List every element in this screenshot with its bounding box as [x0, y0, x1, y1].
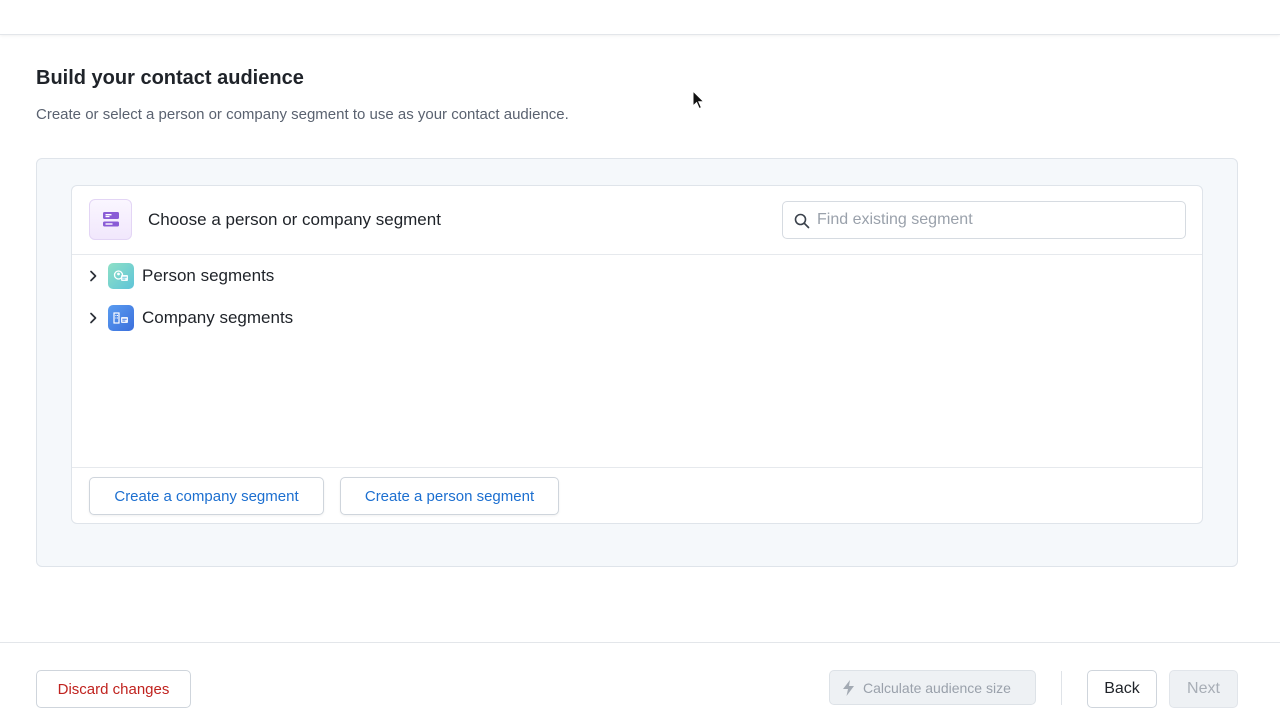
- tree-item-company-segments[interactable]: Company segments: [88, 303, 488, 333]
- segment-list-icon: [89, 199, 132, 240]
- segment-picker-header: Choose a person or company segment: [72, 186, 1202, 255]
- tree-item-label: Company segments: [142, 308, 294, 327]
- segment-picker-footer: Create a company segment Create a person…: [72, 467, 1202, 524]
- top-bar: [0, 0, 1280, 35]
- mouse-cursor-icon: [692, 90, 706, 110]
- chevron-right-icon[interactable]: [88, 270, 98, 282]
- segment-picker-title: Choose a person or company segment: [148, 210, 441, 229]
- next-button[interactable]: Next: [1169, 670, 1238, 708]
- tree-item-person-segments[interactable]: Person segments: [88, 261, 488, 291]
- person-segment-icon: [108, 263, 134, 289]
- search-icon: [794, 213, 810, 229]
- calculate-audience-size-button[interactable]: Calculate audience size: [829, 670, 1036, 705]
- audience-panel: Choose a person or company segment Find …: [36, 158, 1238, 567]
- bottom-action-bar: Discard changes Calculate audience size …: [0, 642, 1280, 720]
- page-title: Build your contact audience: [36, 67, 304, 89]
- create-person-segment-button[interactable]: Create a person segment: [340, 477, 559, 515]
- calculate-audience-size-label: Calculate audience size: [863, 679, 1011, 696]
- chevron-right-icon[interactable]: [88, 312, 98, 324]
- tree-item-label: Person segments: [142, 266, 275, 285]
- back-button[interactable]: Back: [1087, 670, 1157, 708]
- segment-picker-card: Choose a person or company segment Find …: [71, 185, 1203, 524]
- discard-changes-button[interactable]: Discard changes: [36, 670, 191, 708]
- page-subtitle: Create or select a person or company seg…: [36, 106, 569, 123]
- search-box[interactable]: [782, 201, 1186, 239]
- search-input[interactable]: [817, 202, 1177, 238]
- company-segment-icon: [108, 305, 134, 331]
- lightning-bolt-icon: [843, 680, 854, 696]
- footer-divider: [1061, 671, 1062, 705]
- create-company-segment-button[interactable]: Create a company segment: [89, 477, 324, 515]
